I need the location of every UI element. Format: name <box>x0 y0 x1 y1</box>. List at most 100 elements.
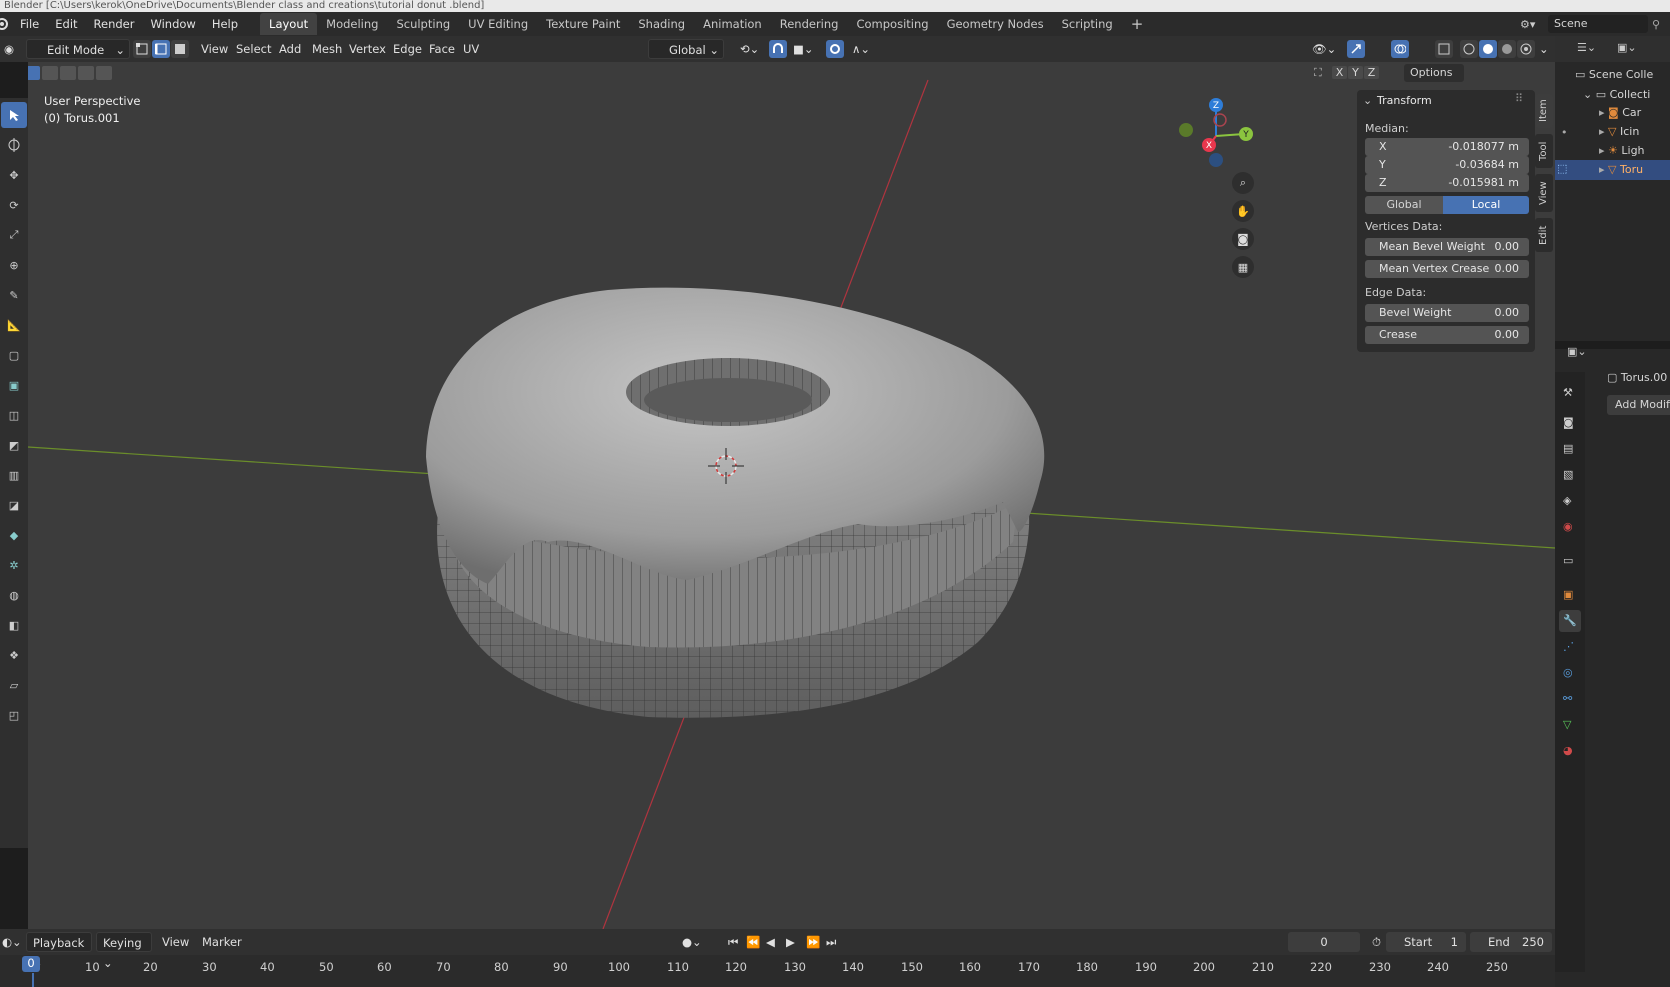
view-layer-props-icon[interactable]: ▧ <box>1563 468 1573 481</box>
record-icon[interactable]: ●⌄ <box>676 932 708 952</box>
select-extend-icon[interactable] <box>42 66 58 80</box>
median-z-field[interactable]: Z -0.015981 m <box>1365 174 1529 192</box>
overlay-toggle-icon[interactable] <box>1391 40 1409 58</box>
transform-tool-icon[interactable]: ⊕ <box>1 252 27 278</box>
ortho-grid-icon[interactable]: ▦ <box>1232 256 1254 278</box>
options-dropdown[interactable]: Options ⌄ <box>1404 64 1464 97</box>
rotate-tool-icon[interactable]: ⟳ <box>1 192 27 218</box>
edit-mode-indicator-icon[interactable]: ⬚ <box>1557 162 1567 175</box>
move-tool-icon[interactable]: ✥ <box>1 162 27 188</box>
axis-z-toggle[interactable]: Z <box>1364 66 1379 79</box>
orientation-dropdown[interactable]: Global ⌄ <box>648 39 724 59</box>
current-frame-field[interactable]: 0 <box>1288 932 1360 952</box>
jump-end-icon[interactable]: ⏭ <box>820 932 842 952</box>
data-props-icon[interactable]: ▽ <box>1563 718 1571 731</box>
menu-render[interactable]: Render <box>86 12 143 36</box>
median-x-field[interactable]: X -0.018077 m <box>1365 138 1529 156</box>
output-props-icon[interactable]: ▤ <box>1563 442 1573 455</box>
cursor-tool-icon[interactable] <box>1 132 27 158</box>
outliner-item-torus[interactable]: ▸ ▽ Toru <box>1555 160 1670 180</box>
outliner-type-icon[interactable]: ☰⌄ <box>1577 41 1596 54</box>
playhead[interactable] <box>32 973 34 987</box>
collapse-icon[interactable]: ⌄ <box>1363 94 1372 107</box>
select-subtract-icon[interactable] <box>60 66 76 80</box>
gizmo-toggle-icon[interactable] <box>1347 40 1365 58</box>
menu-view[interactable]: View <box>195 39 234 59</box>
world-props-icon[interactable]: ◉ <box>1563 520 1573 533</box>
outliner-item-icing[interactable]: ▸ ▽ Icin <box>1599 125 1639 138</box>
playback-dropdown[interactable]: Playback ⌄ <box>26 932 92 970</box>
tab-item[interactable]: Item <box>1535 94 1553 128</box>
select-new-icon[interactable] <box>28 66 40 80</box>
scale-tool-icon[interactable]: ⤢ <box>1 222 27 248</box>
collection-props-icon[interactable]: ▭ <box>1563 554 1573 567</box>
solid-shading-icon[interactable] <box>1479 40 1497 58</box>
keying-dropdown[interactable]: Keying ⌄ <box>96 932 152 970</box>
proportional-edit-icon[interactable] <box>826 40 844 58</box>
vertex-select-icon[interactable] <box>133 40 151 58</box>
tab-shading[interactable]: Shading <box>629 13 694 35</box>
axis-x-toggle[interactable]: X <box>1332 66 1347 79</box>
select-box-mode-icons[interactable] <box>28 66 114 82</box>
annotate-tool-icon[interactable]: ✎ <box>1 282 27 308</box>
crease-field[interactable]: Crease 0.00 <box>1365 326 1529 344</box>
add-cube-tool-icon[interactable]: ▢ <box>1 342 27 368</box>
tab-animation[interactable]: Animation <box>694 13 771 35</box>
menu-face[interactable]: Face <box>423 39 461 59</box>
knife-tool-icon[interactable]: ◪ <box>1 492 27 518</box>
extrude-tool-icon[interactable]: ▣ <box>1 372 27 398</box>
render-props-icon[interactable]: ◙ <box>1563 416 1574 429</box>
add-modifier-button[interactable]: Add Modifie <box>1607 395 1670 415</box>
xray-toggle-icon[interactable] <box>1435 40 1453 58</box>
menu-mesh[interactable]: Mesh <box>306 39 348 59</box>
timeline-view-menu[interactable]: View <box>156 932 195 952</box>
tab-scripting[interactable]: Scripting <box>1053 13 1122 35</box>
outliner-item-light[interactable]: ▸ ☀ Ligh <box>1599 144 1645 157</box>
clock-icon[interactable]: ⏱ <box>1366 932 1387 952</box>
tab-sculpting[interactable]: Sculpting <box>387 13 459 35</box>
median-y-field[interactable]: Y -0.03684 m <box>1365 156 1529 174</box>
play-icon[interactable]: ▶ <box>780 932 801 952</box>
falloff-icon[interactable]: ∧⌄ <box>846 39 876 59</box>
menu-vertex[interactable]: Vertex <box>343 39 392 59</box>
pan-hand-icon[interactable]: ✋ <box>1232 200 1254 222</box>
drag-handle-icon[interactable]: ⠿ <box>1515 92 1523 105</box>
timeline-ruler[interactable]: 0 10 20 30 40 50 60 70 80 90 100 110 120… <box>0 955 1555 977</box>
timeline-editor-icon[interactable]: ◐⌄ <box>0 932 28 952</box>
mirror-icon[interactable]: ⛶ <box>1314 66 1322 80</box>
rip-tool-icon[interactable]: ◰ <box>1 702 27 728</box>
timeline-marker-menu[interactable]: Marker <box>196 932 248 952</box>
global-toggle[interactable]: Global <box>1365 196 1443 214</box>
loop-cut-tool-icon[interactable]: ▥ <box>1 462 27 488</box>
panel-title[interactable]: Transform <box>1377 94 1432 107</box>
tab-rendering[interactable]: Rendering <box>771 13 848 35</box>
select-box-icon[interactable] <box>1 102 27 128</box>
select-invert-icon[interactable] <box>78 66 94 80</box>
menu-select[interactable]: Select <box>230 39 277 59</box>
start-frame-field[interactable]: Start 1 <box>1386 932 1466 952</box>
poly-build-tool-icon[interactable]: ◆ <box>1 522 27 548</box>
mode-dropdown[interactable]: Edit Mode ⌄ <box>26 39 130 59</box>
outliner-collection[interactable]: ⌄ ▭ Collecti <box>1583 88 1650 101</box>
scene-props-icon[interactable]: ◈ <box>1563 494 1571 507</box>
physics-props-icon[interactable]: ◎ <box>1563 666 1573 679</box>
snap-target-icon[interactable]: ■⌄ <box>787 39 820 59</box>
select-intersect-icon[interactable] <box>96 66 112 80</box>
pin-icon[interactable]: ⚲ <box>1652 18 1670 31</box>
local-toggle[interactable]: Local <box>1443 196 1529 214</box>
navigation-gizmo[interactable]: Z Y X <box>1178 96 1254 172</box>
shear-tool-icon[interactable]: ▱ <box>1 672 27 698</box>
outliner-scene-collection[interactable]: ▭ Scene Colle <box>1575 68 1653 81</box>
tab-geometry-nodes[interactable]: Geometry Nodes <box>938 13 1053 35</box>
blender-logo-icon[interactable] <box>0 16 10 32</box>
camera-view-icon[interactable]: ◙ <box>1232 228 1254 250</box>
tab-compositing[interactable]: Compositing <box>847 13 937 35</box>
shrink-fatten-tool-icon[interactable]: ❖ <box>1 642 27 668</box>
tab-view[interactable]: View <box>1535 174 1553 212</box>
tool-props-icon[interactable]: ⚒ <box>1563 386 1573 399</box>
face-select-icon[interactable] <box>171 40 189 58</box>
tab-uv-editing[interactable]: UV Editing <box>459 13 537 35</box>
scene-name[interactable]: Scene <box>1548 15 1648 33</box>
mean-bevel-weight-field[interactable]: Mean Bevel Weight 0.00 <box>1365 238 1529 256</box>
menu-add[interactable]: Add <box>273 39 307 59</box>
